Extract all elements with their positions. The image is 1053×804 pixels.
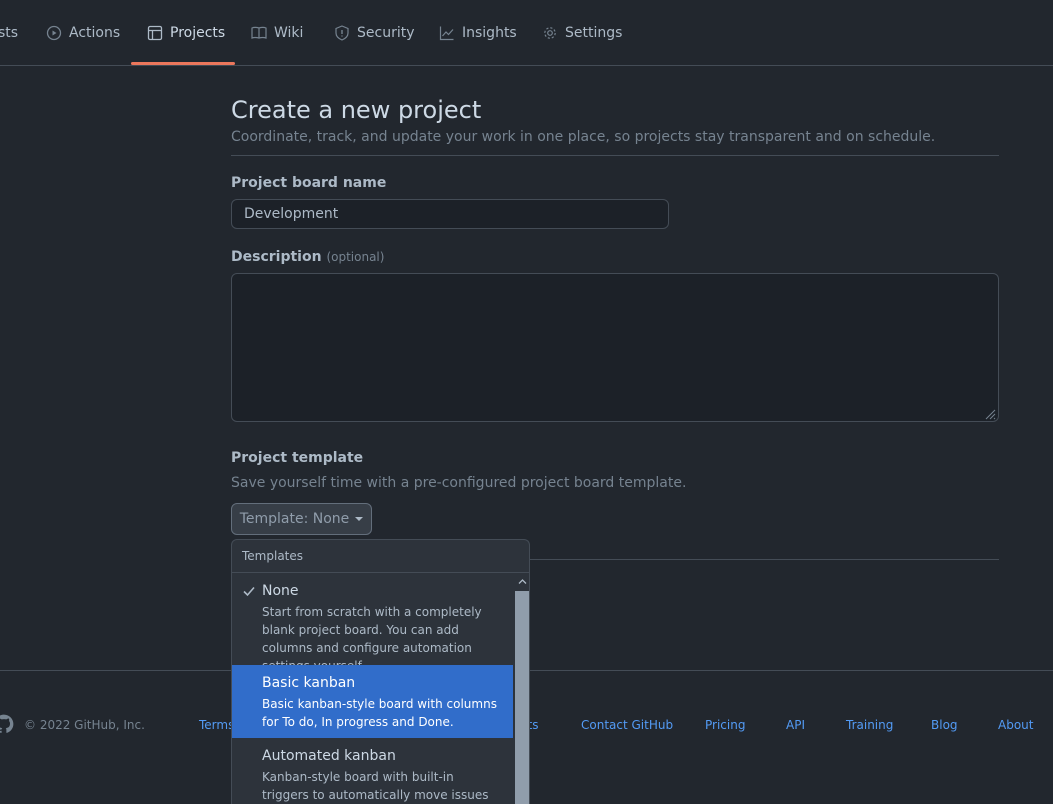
option-description: Basic kanban-style board with columns fo…	[262, 697, 497, 729]
tab-truncated[interactable]: sts	[0, 0, 18, 65]
description-label-text: Description	[231, 249, 322, 265]
scroll-up-arrow-icon[interactable]	[517, 576, 528, 587]
template-option-basic-kanban[interactable]: Basic kanban Basic kanban-style board wi…	[232, 665, 513, 738]
tab-projects[interactable]: Projects	[147, 0, 225, 65]
template-help-text: Save yourself time with a pre-configured…	[231, 475, 687, 491]
page-subtitle: Coordinate, track, and update your work …	[231, 129, 936, 145]
graph-icon	[439, 26, 454, 40]
template-dropdown: Templates None Start from scratch with a…	[231, 539, 530, 804]
option-name: Automated kanban	[262, 748, 396, 764]
description-label: Description (optional)	[231, 249, 384, 265]
footer-copyright: © 2022 GitHub, Inc.	[24, 718, 145, 732]
template-button-label: Template: None	[239, 511, 350, 527]
option-description: Kanban-style board with built-in trigger…	[262, 770, 489, 802]
tab-security[interactable]: Security	[334, 0, 415, 65]
footer-link-terms[interactable]: Terms	[199, 718, 234, 732]
book-icon	[251, 26, 267, 39]
template-option-none[interactable]: None Start from scratch with a completel…	[232, 573, 513, 673]
github-mark-icon[interactable]	[0, 714, 14, 734]
play-circle-icon	[46, 25, 62, 40]
project-name-input[interactable]	[231, 199, 669, 229]
footer-link-contact[interactable]: Contact GitHub	[581, 718, 673, 732]
description-textarea[interactable]	[231, 273, 999, 422]
option-name: None	[262, 583, 299, 599]
option-name: Basic kanban	[262, 675, 356, 691]
tab-label: Projects	[170, 24, 226, 41]
dropdown-header: Templates	[232, 540, 529, 573]
tab-settings[interactable]: Settings	[542, 0, 622, 65]
footer-link-api[interactable]: API	[786, 718, 805, 732]
tab-label: Actions	[69, 24, 121, 41]
project-template-label: Project template	[231, 450, 364, 466]
table-icon	[147, 25, 163, 40]
footer-link-pricing[interactable]: Pricing	[705, 718, 745, 732]
tab-label: Wiki	[274, 24, 304, 41]
divider	[231, 155, 999, 156]
scroll-thumb[interactable]	[515, 591, 529, 804]
footer-link-about[interactable]: About	[998, 718, 1033, 732]
gear-icon	[544, 26, 556, 39]
resize-grip-icon[interactable]	[983, 407, 996, 420]
footer-link-training[interactable]: Training	[846, 718, 893, 732]
caret-down-icon	[355, 517, 364, 521]
tab-label: sts	[0, 24, 19, 41]
footer-link-blog[interactable]: Blog	[931, 718, 958, 732]
tab-insights[interactable]: Insights	[439, 0, 517, 65]
tab-actions[interactable]: Actions	[46, 0, 120, 65]
tab-label: Security	[357, 24, 415, 41]
active-tab-underline	[131, 62, 235, 65]
tab-wiki[interactable]: Wiki	[251, 0, 303, 65]
shield-icon	[335, 24, 349, 41]
tab-label: Insights	[462, 24, 517, 41]
tab-label: Settings	[565, 24, 623, 41]
check-icon	[243, 586, 255, 597]
optional-hint: (optional)	[326, 250, 385, 264]
page-title: Create a new project	[231, 96, 482, 124]
repo-tab-nav: sts Actions Projects Wiki Security Insig…	[0, 0, 1053, 66]
template-select-button[interactable]: Template: None	[231, 503, 372, 535]
dropdown-scrollbar[interactable]	[514, 573, 529, 804]
project-name-label: Project board name	[231, 175, 387, 191]
template-option-automated-kanban[interactable]: Automated kanban Kanban-style board with…	[232, 738, 513, 804]
